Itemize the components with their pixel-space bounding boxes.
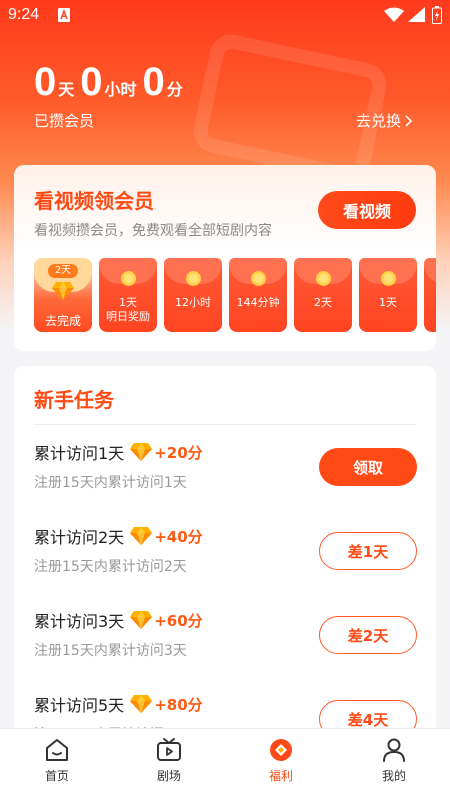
video-card-subtitle: 看视频攒会员，免费观看全部短剧内容 <box>34 223 272 239</box>
home-icon <box>46 739 68 761</box>
reward-label: 1天 <box>379 296 397 309</box>
timer-days: 0 <box>34 60 57 104</box>
diamond-icon <box>130 695 153 713</box>
task-title: 累计访问1天 <box>34 444 125 463</box>
days-remaining-button[interactable]: 差1天 <box>319 532 417 570</box>
coin-icon <box>186 271 201 286</box>
notification-a-icon <box>58 8 70 22</box>
reward-item[interactable]: 1天 明日奖励 <box>99 258 157 332</box>
reward-item[interactable]: 1天 <box>359 258 417 332</box>
battery-icon <box>432 6 442 24</box>
watch-video-button[interactable]: 看视频 <box>318 191 416 229</box>
task-row: 累计访问2天 +40分 注册15天内累计访问2天 差1天 <box>34 524 417 594</box>
reward-item-done[interactable]: 2天 去完成 <box>34 258 92 332</box>
tab-welfare[interactable]: 福利 <box>251 737 311 784</box>
video-card-title: 看视频领会员 <box>34 189 154 213</box>
task-title: 累计访问2天 <box>34 528 125 547</box>
exchange-label: 去兑换 <box>356 112 402 130</box>
divider <box>34 424 416 425</box>
coin-icon <box>381 271 396 286</box>
tab-mine[interactable]: 我的 <box>364 737 424 784</box>
welfare-icon <box>270 739 292 761</box>
timer-minutes: 0 <box>142 60 165 104</box>
signal-icon <box>408 7 425 22</box>
diamond-icon <box>52 282 74 300</box>
diamond-icon <box>130 443 153 461</box>
reward-label: 2天 <box>314 296 332 309</box>
timer-hours: 0 <box>80 60 103 104</box>
user-icon <box>383 738 405 762</box>
coin-icon <box>121 271 136 286</box>
reward-badge: 2天 <box>48 264 78 278</box>
membership-timer: 0 天 0 小时 0 分 <box>34 62 189 102</box>
reward-item[interactable]: 2天 <box>294 258 352 332</box>
newbie-tasks-card: 新手任务 累计访问1天 +20分 注册15天内累计访问1天 领取 累计访问2天 … <box>14 366 436 746</box>
status-time: 9:24 <box>8 6 40 23</box>
accumulated-label: 已攒会员 <box>34 112 95 130</box>
tab-home[interactable]: 首页 <box>27 737 87 784</box>
diamond-icon <box>130 611 153 629</box>
coin-icon <box>251 271 266 286</box>
reward-label: 去完成 <box>44 314 81 328</box>
task-points: +60分 <box>154 611 203 630</box>
bottom-tab-bar: 首页 剧场 福利 我的 <box>0 728 450 800</box>
reward-label: 1天 <box>119 296 137 309</box>
claim-button[interactable]: 领取 <box>319 448 417 486</box>
tv-icon <box>157 738 181 761</box>
coin-icon <box>316 271 331 286</box>
exchange-link[interactable]: 去兑换 <box>356 110 413 131</box>
reward-strip[interactable]: 2天 去完成 1天 明日奖励 12小时 144分钟 2天 1天 <box>34 258 436 334</box>
status-bar: 9:24 <box>0 0 450 32</box>
tab-label: 首页 <box>44 769 69 783</box>
hero-decoration <box>189 30 391 186</box>
tasks-title: 新手任务 <box>34 388 114 412</box>
timer-hours-unit: 小时 <box>104 80 137 99</box>
timer-days-unit: 天 <box>58 80 75 99</box>
reward-label: 144分钟 <box>236 296 280 309</box>
task-row: 累计访问1天 +20分 注册15天内累计访问1天 领取 <box>34 440 417 510</box>
task-row: 累计访问3天 +60分 注册15天内累计访问3天 差2天 <box>34 608 417 678</box>
reward-flap <box>424 258 436 284</box>
tab-label: 福利 <box>268 769 293 783</box>
wifi-icon <box>384 7 404 22</box>
chevron-right-icon <box>405 114 413 127</box>
reward-item-partial[interactable] <box>424 258 436 332</box>
task-title: 累计访问5天 <box>34 696 125 715</box>
task-description: 注册15天内累计访问2天 <box>34 559 187 575</box>
reward-item[interactable]: 12小时 <box>164 258 222 332</box>
task-points: +40分 <box>154 527 203 546</box>
diamond-icon <box>130 527 153 545</box>
timer-minutes-unit: 分 <box>166 80 183 99</box>
reward-label: 12小时 <box>175 296 211 309</box>
task-title: 累计访问3天 <box>34 612 125 631</box>
tab-theater[interactable]: 剧场 <box>139 737 199 784</box>
reward-item[interactable]: 144分钟 <box>229 258 287 332</box>
tab-label: 我的 <box>381 769 406 783</box>
task-description: 注册15天内累计访问1天 <box>34 475 187 491</box>
task-points: +80分 <box>154 695 203 714</box>
task-description: 注册15天内累计访问3天 <box>34 643 187 659</box>
reward-sublabel: 明日奖励 <box>106 310 150 323</box>
tab-label: 剧场 <box>156 769 181 783</box>
days-remaining-button[interactable]: 差2天 <box>319 616 417 654</box>
watch-video-card: 看视频领会员 看视频攒会员，免费观看全部短剧内容 看视频 2天 去完成 1天 明… <box>14 165 436 351</box>
task-points: +20分 <box>154 443 203 462</box>
